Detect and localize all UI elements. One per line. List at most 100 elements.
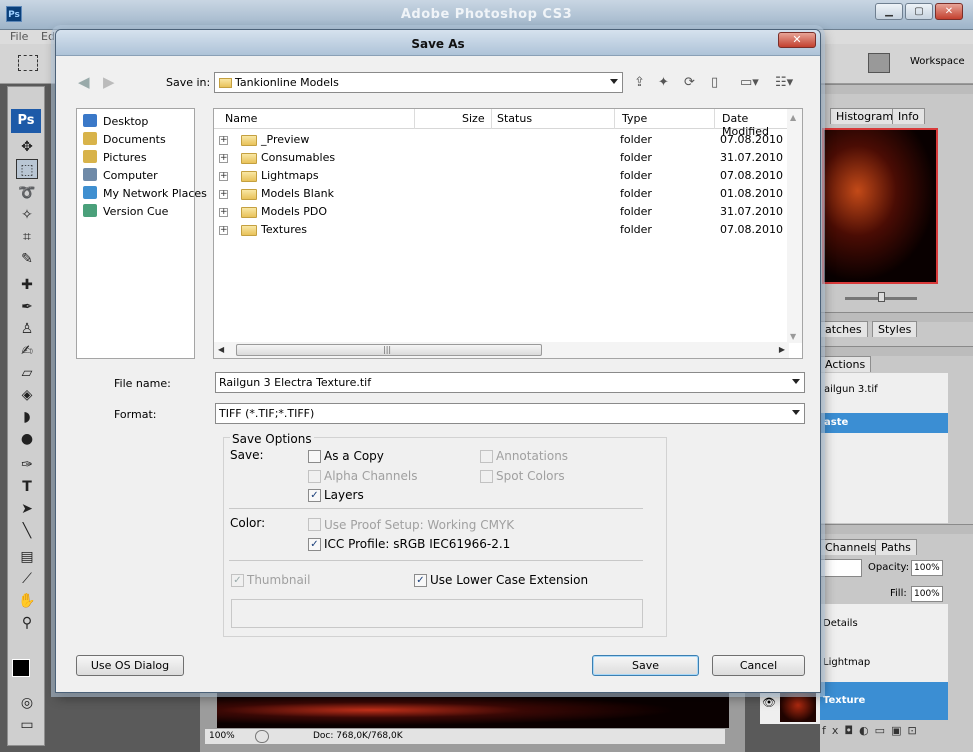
scroll-right-icon[interactable]: ▶ bbox=[779, 345, 785, 354]
tools-icon[interactable]: ▭▾ bbox=[740, 75, 759, 91]
history-state-selected[interactable]: aste bbox=[820, 413, 948, 433]
place-documents[interactable]: Documents bbox=[83, 131, 166, 149]
icc-profile-checkbox[interactable]: ✓ bbox=[308, 538, 321, 551]
thumbnail-checkbox[interactable]: ✓ bbox=[231, 574, 244, 587]
move-tool-icon[interactable]: ✥ bbox=[16, 137, 38, 157]
vertical-scrollbar[interactable]: ▲ ▼ bbox=[787, 109, 802, 343]
line-tool-icon[interactable]: ╲ bbox=[16, 521, 38, 541]
alpha-channels-checkbox[interactable] bbox=[308, 470, 321, 483]
format-dropdown[interactable]: TIFF (*.TIF;*.TIFF) bbox=[215, 403, 805, 424]
window-close-button[interactable]: ✕ bbox=[935, 3, 963, 20]
use-os-dialog-button[interactable]: Use OS Dialog bbox=[76, 655, 184, 676]
place-desktop[interactable]: Desktop bbox=[83, 113, 148, 131]
quick-mask-icon[interactable]: ◎ bbox=[16, 693, 38, 713]
menu-file[interactable]: File bbox=[10, 30, 28, 43]
column-divider[interactable] bbox=[414, 109, 415, 129]
hand-tool-icon[interactable]: ✋ bbox=[16, 591, 38, 611]
annotations-checkbox[interactable] bbox=[480, 450, 493, 463]
tab-info[interactable]: Info bbox=[892, 108, 925, 124]
path-selection-icon[interactable]: ➤ bbox=[16, 499, 38, 519]
lasso-tool-icon[interactable]: ➰ bbox=[16, 183, 38, 203]
place-pictures[interactable]: Pictures bbox=[83, 149, 147, 167]
file-row[interactable]: + Models Blank folder 01.08.2010 9: bbox=[214, 185, 790, 203]
scroll-up-icon[interactable]: ▲ bbox=[790, 113, 796, 122]
tab-styles[interactable]: Styles bbox=[872, 321, 918, 337]
layer-lightmap[interactable]: Lightmap bbox=[823, 657, 870, 668]
file-row[interactable]: + Models PDO folder 31.07.2010 2: bbox=[214, 203, 790, 221]
place-version-cue[interactable]: Version Cue bbox=[83, 203, 168, 221]
column-status[interactable]: Status bbox=[497, 112, 532, 125]
eye-icon[interactable]: 👁 bbox=[762, 696, 776, 709]
dodge-tool-icon[interactable]: ● bbox=[16, 429, 38, 449]
horizontal-scrollbar[interactable]: ◀ ||| ▶ bbox=[214, 342, 789, 358]
document-canvas[interactable] bbox=[217, 692, 729, 728]
paint-bucket-icon[interactable]: ◈ bbox=[16, 385, 38, 405]
eraser-tool-icon[interactable]: ▱ bbox=[16, 363, 38, 383]
place-network[interactable]: My Network Places bbox=[83, 185, 207, 203]
dialog-close-button[interactable]: ✕ bbox=[778, 32, 816, 48]
lower-case-extension-checkbox[interactable]: ✓ bbox=[414, 574, 427, 587]
scroll-left-icon[interactable]: ◀ bbox=[218, 345, 224, 354]
column-divider[interactable] bbox=[614, 109, 615, 129]
magic-wand-icon[interactable]: ✧ bbox=[16, 205, 38, 225]
screen-mode-icon[interactable]: ▭ bbox=[16, 715, 38, 735]
fill-input[interactable]: 100% bbox=[911, 586, 943, 602]
file-row[interactable]: + Textures folder 07.08.2010 1: bbox=[214, 221, 790, 239]
layers-checkbox[interactable]: ✓ bbox=[308, 489, 321, 502]
opacity-input[interactable]: 100% bbox=[911, 560, 943, 576]
save-in-dropdown[interactable]: Tankionline Models bbox=[214, 72, 623, 93]
layer-details[interactable]: Details bbox=[823, 618, 858, 629]
file-row[interactable]: + _Preview folder 07.08.2010 1: bbox=[214, 131, 790, 149]
healing-brush-icon[interactable]: ✚ bbox=[16, 275, 38, 295]
horizontal-scroll-thumb[interactable]: ||| bbox=[236, 344, 542, 356]
layer-actions-icons[interactable]: fx◘◐▭▣⊡ bbox=[822, 724, 923, 737]
spot-colors-checkbox[interactable] bbox=[480, 470, 493, 483]
expand-icon[interactable]: + bbox=[219, 172, 228, 181]
foreground-color-swatch[interactable] bbox=[12, 659, 30, 677]
marquee-tool-icon[interactable]: ⬚ bbox=[16, 159, 38, 179]
workspace-menu[interactable]: Workspace bbox=[910, 56, 965, 67]
zoom-slider-thumb[interactable] bbox=[878, 292, 885, 302]
expand-icon[interactable]: + bbox=[219, 154, 228, 163]
scroll-down-icon[interactable]: ▼ bbox=[790, 332, 796, 341]
workspace-icon[interactable] bbox=[868, 53, 890, 73]
file-row[interactable]: + Consumables folder 31.07.2010 2: bbox=[214, 149, 790, 167]
expand-icon[interactable]: + bbox=[219, 208, 228, 217]
blur-tool-icon[interactable]: ◗ bbox=[16, 407, 38, 427]
expand-icon[interactable]: + bbox=[219, 226, 228, 235]
marquee-option-icon[interactable] bbox=[18, 55, 38, 71]
column-divider[interactable] bbox=[714, 109, 715, 129]
history-snapshot[interactable]: ailgun 3.tif bbox=[824, 384, 878, 395]
clone-stamp-icon[interactable]: ♙ bbox=[16, 319, 38, 339]
minimize-button[interactable]: ▁ bbox=[875, 3, 903, 20]
notes-tool-icon[interactable]: ▤ bbox=[16, 547, 38, 567]
history-brush-icon[interactable]: ✍ bbox=[16, 341, 38, 361]
file-row[interactable]: + Lightmaps folder 07.08.2010 1: bbox=[214, 167, 790, 185]
pen-tool-icon[interactable]: ✑ bbox=[16, 455, 38, 475]
expand-icon[interactable]: + bbox=[219, 136, 228, 145]
place-computer[interactable]: Computer bbox=[83, 167, 158, 185]
up-folder-icon[interactable]: ⇪ bbox=[634, 75, 645, 91]
save-button[interactable]: Save bbox=[592, 655, 699, 676]
eyedropper-icon[interactable]: ⟋ bbox=[16, 569, 38, 589]
column-type[interactable]: Type bbox=[622, 112, 647, 125]
refresh-icon[interactable]: ⟳ bbox=[684, 75, 695, 91]
column-divider[interactable] bbox=[491, 109, 492, 129]
column-size[interactable]: Size bbox=[462, 112, 485, 125]
status-menu-icon[interactable] bbox=[255, 730, 269, 743]
forward-icon[interactable]: ▶ bbox=[103, 74, 115, 90]
new-folder-icon[interactable]: ✦ bbox=[658, 75, 669, 91]
tab-paths[interactable]: Paths bbox=[875, 539, 917, 555]
zoom-level[interactable]: 100% bbox=[209, 731, 235, 741]
slice-tool-icon[interactable]: ✎ bbox=[16, 249, 38, 269]
layer-texture[interactable]: Texture bbox=[820, 682, 948, 720]
cancel-button[interactable]: Cancel bbox=[712, 655, 805, 676]
type-tool-icon[interactable]: T bbox=[16, 477, 38, 497]
tab-channels[interactable]: Channels bbox=[820, 539, 882, 555]
column-name[interactable]: Name bbox=[225, 112, 257, 125]
menu-edit[interactable]: Ed bbox=[41, 30, 55, 43]
file-name-input[interactable]: Railgun 3 Electra Texture.tif bbox=[215, 372, 805, 393]
zoom-tool-icon[interactable]: ⚲ bbox=[16, 613, 38, 633]
delete-icon[interactable]: ▯ bbox=[711, 75, 718, 91]
tab-histogram[interactable]: Histogram bbox=[830, 108, 900, 124]
